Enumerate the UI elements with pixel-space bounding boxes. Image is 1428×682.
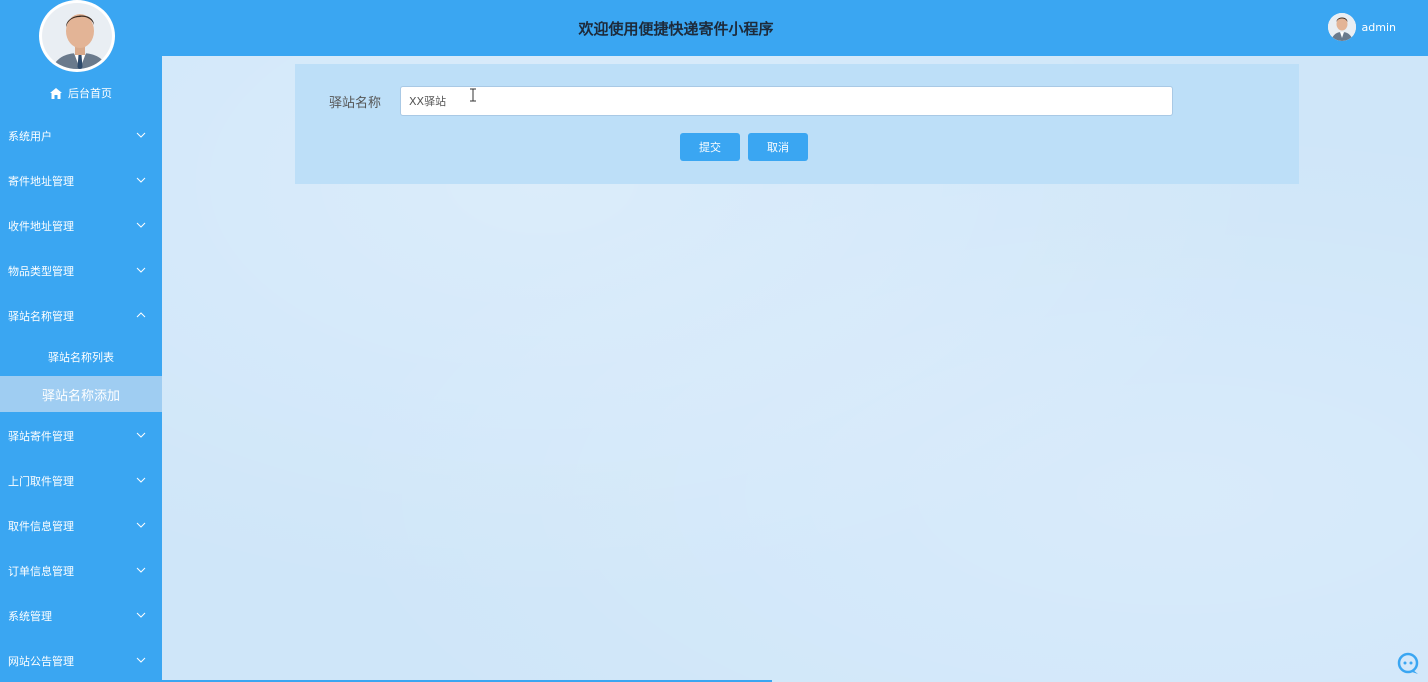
sidebar-item-pickup-info[interactable]: 取件信息管理 (0, 503, 162, 548)
sidebar-home-label: 后台首页 (68, 87, 112, 100)
chevron-down-icon (136, 177, 146, 183)
chevron-down-icon (136, 522, 146, 528)
sidebar-item-label: 系统管理 (8, 609, 52, 623)
page-title: 欢迎使用便捷快递寄件小程序 (578, 19, 774, 38)
chevron-down-icon (136, 267, 146, 273)
sidebar-home-link[interactable]: 后台首页 (0, 80, 162, 106)
sidebar-item-receiver-address[interactable]: 收件地址管理 (0, 203, 162, 248)
sidebar-item-label: 驿站名称管理 (8, 309, 74, 323)
chevron-down-icon (136, 132, 146, 138)
sidebar-item-label: 收件地址管理 (8, 219, 74, 233)
chat-icon[interactable] (1396, 652, 1420, 676)
sidebar-item-item-types[interactable]: 物品类型管理 (0, 248, 162, 293)
top-header: 欢迎使用便捷快递寄件小程序 admin (162, 0, 1428, 56)
chevron-down-icon (136, 432, 146, 438)
username-label: admin (1361, 20, 1396, 34)
sidebar-avatar (39, 0, 115, 72)
chevron-down-icon (136, 477, 146, 483)
person-avatar-icon (42, 3, 112, 69)
sidebar-item-sender-address[interactable]: 寄件地址管理 (0, 158, 162, 203)
sidebar-item-label: 寄件地址管理 (8, 174, 74, 188)
submenu-item-station-name-add[interactable]: 驿站名称添加 (0, 376, 162, 412)
sidebar-item-site-announcements[interactable]: 网站公告管理 (0, 638, 162, 682)
person-avatar-icon (1327, 13, 1356, 41)
chevron-down-icon (136, 567, 146, 573)
sidebar-item-door-pickup[interactable]: 上门取件管理 (0, 458, 162, 503)
submit-button[interactable]: 提交 (680, 133, 740, 161)
submenu-item-label: 驿站名称列表 (48, 351, 114, 364)
submenu-item-label: 驿站名称添加 (41, 388, 120, 404)
sidebar-item-label: 系统用户 (8, 129, 52, 143)
sidebar-item-order-info[interactable]: 订单信息管理 (0, 548, 162, 593)
chevron-down-icon (136, 222, 146, 228)
sidebar-item-label: 上门取件管理 (8, 474, 74, 488)
text-cursor-icon (470, 88, 476, 102)
sidebar: 后台首页 系统用户 寄件地址管理 收件地址管理 物品类型管理 驿站名称管理 驿站… (0, 0, 162, 682)
user-menu[interactable]: admin (1327, 12, 1396, 42)
sidebar-item-system-management[interactable]: 系统管理 (0, 593, 162, 638)
sidebar-item-label: 驿站寄件管理 (8, 429, 74, 443)
sidebar-item-system-users[interactable]: 系统用户 (0, 113, 162, 158)
sidebar-item-label: 网站公告管理 (8, 654, 74, 668)
sidebar-item-label: 取件信息管理 (8, 519, 74, 533)
station-name-label: 驿站名称 (329, 95, 382, 111)
main-content: 驿站名称 提交 取消 (162, 56, 1428, 682)
sidebar-item-label: 物品类型管理 (8, 264, 74, 278)
sidebar-item-label: 订单信息管理 (8, 564, 74, 578)
submenu-item-station-name-list[interactable]: 驿站名称列表 (0, 339, 162, 375)
cancel-button[interactable]: 取消 (748, 133, 808, 161)
chevron-up-icon (136, 311, 146, 317)
sidebar-item-station-names[interactable]: 驿站名称管理 (0, 293, 162, 338)
avatar (1327, 13, 1356, 41)
station-name-form: 驿站名称 提交 取消 (295, 64, 1299, 184)
sidebar-item-station-shipping[interactable]: 驿站寄件管理 (0, 413, 162, 458)
chevron-down-icon (136, 612, 146, 618)
station-name-input[interactable] (400, 86, 1173, 116)
chevron-down-icon (136, 657, 146, 663)
home-icon (50, 87, 62, 99)
